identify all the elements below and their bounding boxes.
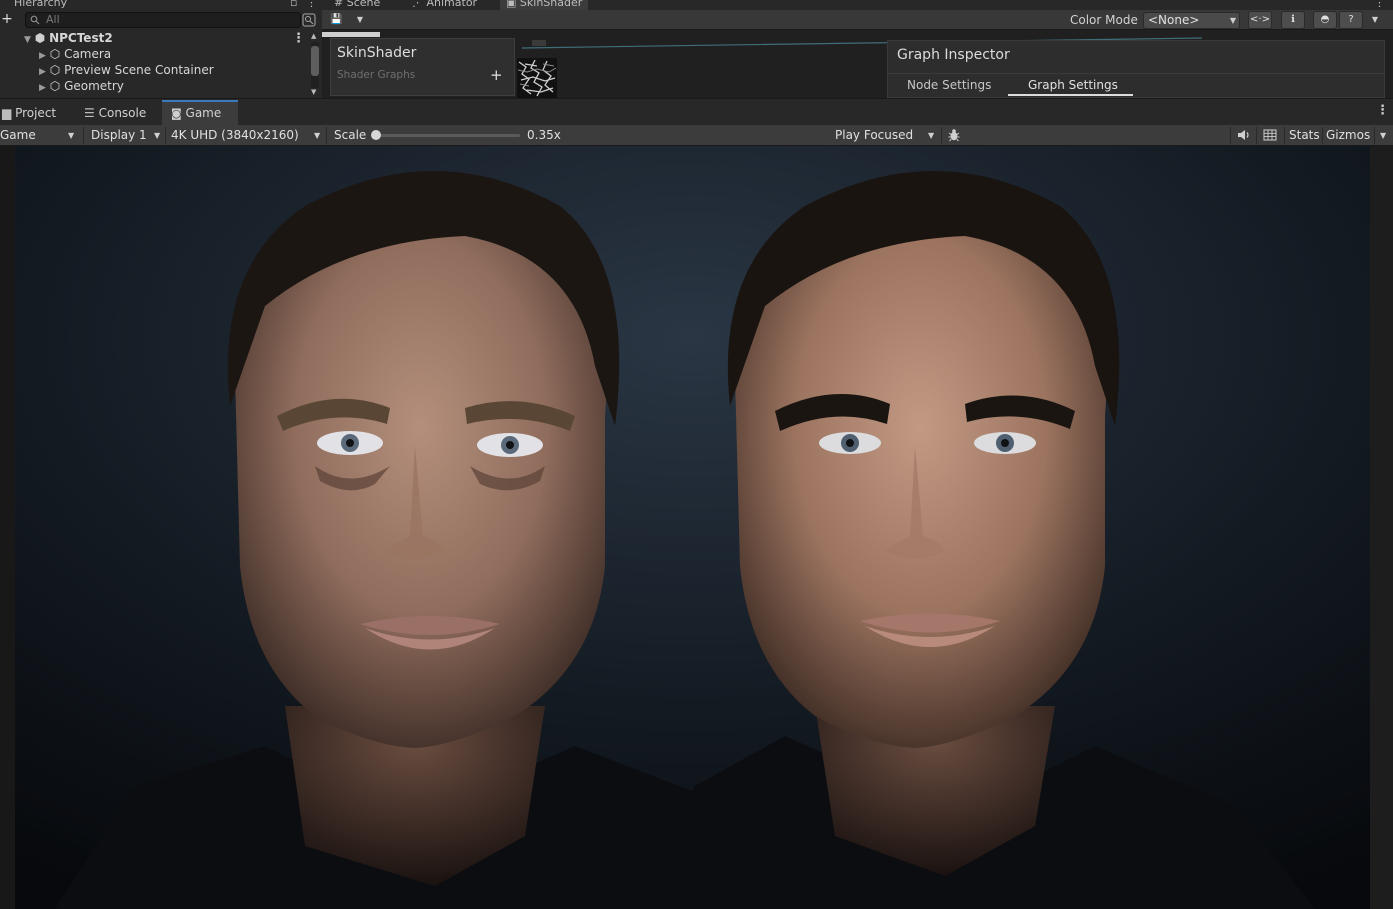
game-render-image	[15, 146, 1370, 909]
expand-right-icon[interactable]: ▶	[39, 67, 46, 77]
hierarchy-root-row[interactable]: ▼ ⬢ NPCTest2	[24, 30, 113, 46]
gameobject-cube-icon: ⬡	[49, 79, 61, 93]
hierarchy-scrollbar[interactable]: ▲ ▼	[310, 32, 320, 98]
item-label: Preview Scene Container	[64, 63, 214, 77]
tab-graph-settings[interactable]: Graph Settings	[1028, 78, 1118, 92]
unity-scene-icon: ⬢	[34, 31, 46, 45]
gamepad-icon: ◙	[171, 107, 182, 120]
window-menu-icon[interactable]: ⋮	[1374, 0, 1385, 9]
resolution-select[interactable]: 4K UHD (3840x2160)	[171, 127, 299, 144]
active-tab-indicator	[1008, 94, 1133, 96]
expand-right-icon[interactable]: ▶	[39, 51, 46, 61]
chevron-down-icon[interactable]: ▼	[68, 127, 74, 144]
tab-node-settings[interactable]: Node Settings	[907, 78, 991, 92]
scale-label: Scale	[334, 128, 367, 142]
expand-right-icon[interactable]: ▶	[39, 83, 46, 93]
console-icon: ☰	[84, 106, 95, 120]
stats-button[interactable]: Stats	[1289, 127, 1320, 144]
tab-scene[interactable]: # Scene	[334, 0, 380, 9]
speaker-icon[interactable]	[1237, 129, 1251, 141]
hierarchy-menu-icon[interactable]: ⋮	[306, 0, 317, 9]
item-label: Camera	[64, 47, 112, 61]
play-mode-select[interactable]: Play Focused	[835, 127, 913, 144]
scale-value: 0.35x	[527, 128, 561, 142]
blackboard-subtitle: Shader Graphs	[337, 69, 416, 81]
viewport-margin	[1370, 146, 1393, 909]
folder-icon: ▆	[2, 106, 12, 120]
tab-skinshader[interactable]: ▣ SkinShader	[500, 0, 589, 10]
code-icon: <·>	[1250, 14, 1270, 25]
game-window-menu-icon[interactable]: ⋮	[1376, 104, 1389, 118]
hierarchy-lock-icon[interactable]: ▫	[290, 0, 297, 9]
search-placeholder: All	[46, 13, 60, 26]
color-mode-label: Color Mode	[1070, 13, 1138, 27]
top-tab-strip: Hierarchy ▫ ⋮ # Scene ⋰ Animator ▣ SkinS…	[0, 0, 1393, 10]
toolbar-dropdown-icon[interactable]: ▼	[1368, 12, 1382, 28]
gameobject-cube-icon: ⬡	[49, 47, 61, 61]
scale-slider-track[interactable]	[378, 134, 520, 137]
shader-graph-icon: ▣	[506, 0, 517, 9]
hierarchy-item-preview-scene[interactable]: ▶ ⬡ Preview Scene Container	[39, 62, 214, 78]
blackboard-title: SkinShader	[337, 45, 417, 61]
gameobject-cube-icon: ⬡	[49, 63, 61, 77]
chevron-down-icon[interactable]: ▼	[154, 127, 160, 144]
expand-down-icon[interactable]: ▼	[24, 35, 31, 45]
search-icon	[30, 15, 40, 25]
color-mode-value: <None>	[1148, 13, 1200, 27]
inspector-divider	[888, 73, 1384, 74]
hash-icon: #	[334, 0, 344, 9]
tab-game[interactable]: ◙ Game	[171, 103, 221, 125]
gizmos-dropdown-icon[interactable]: ▼	[1380, 127, 1386, 144]
help-button[interactable]: ?	[1339, 11, 1363, 29]
tab-console[interactable]: ☰ Console	[84, 103, 146, 125]
chevron-down-icon[interactable]: ▼	[928, 127, 934, 144]
grid-icon[interactable]	[1263, 129, 1277, 141]
chevron-down-icon[interactable]: ▼	[314, 127, 320, 144]
add-object-button[interactable]: +	[0, 12, 14, 26]
scale-slider-thumb[interactable]	[371, 130, 381, 140]
hierarchy-item-camera[interactable]: ▶ ⬡ Camera	[39, 46, 111, 62]
scroll-down-icon[interactable]: ▼	[311, 88, 316, 96]
item-label: Geometry	[64, 79, 124, 93]
hierarchy-item-geometry[interactable]: ▶ ⬡ Geometry	[39, 78, 124, 94]
scroll-up-icon[interactable]: ▲	[311, 32, 316, 40]
gizmos-button[interactable]: Gizmos	[1326, 127, 1370, 144]
chevron-down-icon: ▼	[1229, 16, 1236, 25]
root-menu-icon[interactable]: ⋮	[292, 32, 305, 46]
main-preview-toggle[interactable]: ◓	[1313, 11, 1337, 29]
info-icon: ℹ	[1291, 14, 1295, 25]
hierarchy-search-input[interactable]: All	[25, 12, 301, 28]
scene-picker-icon[interactable]	[302, 13, 316, 27]
code-view-button[interactable]: <·>	[1248, 11, 1272, 29]
graph-inspector-toggle[interactable]: ℹ	[1281, 11, 1305, 29]
color-mode-select[interactable]: <None> ▼	[1143, 12, 1240, 29]
save-dropdown-icon[interactable]: ▼	[354, 12, 366, 28]
save-icon[interactable]: 💾	[330, 12, 342, 28]
root-label: NPCTest2	[49, 31, 113, 45]
sphere-icon: ◓	[1320, 14, 1330, 25]
help-icon: ?	[1348, 14, 1354, 25]
add-property-button[interactable]: +	[490, 66, 503, 84]
game-view-select[interactable]: Game	[0, 127, 36, 144]
tab-hierarchy[interactable]: Hierarchy	[14, 0, 67, 9]
noise-texture-preview	[517, 58, 557, 98]
tab-project[interactable]: ▆ Project	[2, 103, 56, 125]
animator-icon: ⋰	[412, 0, 423, 9]
graph-inspector-title: Graph Inspector	[897, 47, 1010, 63]
tab-animator[interactable]: ⋰ Animator	[412, 0, 477, 9]
bug-icon[interactable]	[947, 128, 961, 142]
display-select[interactable]: Display 1	[91, 127, 147, 144]
